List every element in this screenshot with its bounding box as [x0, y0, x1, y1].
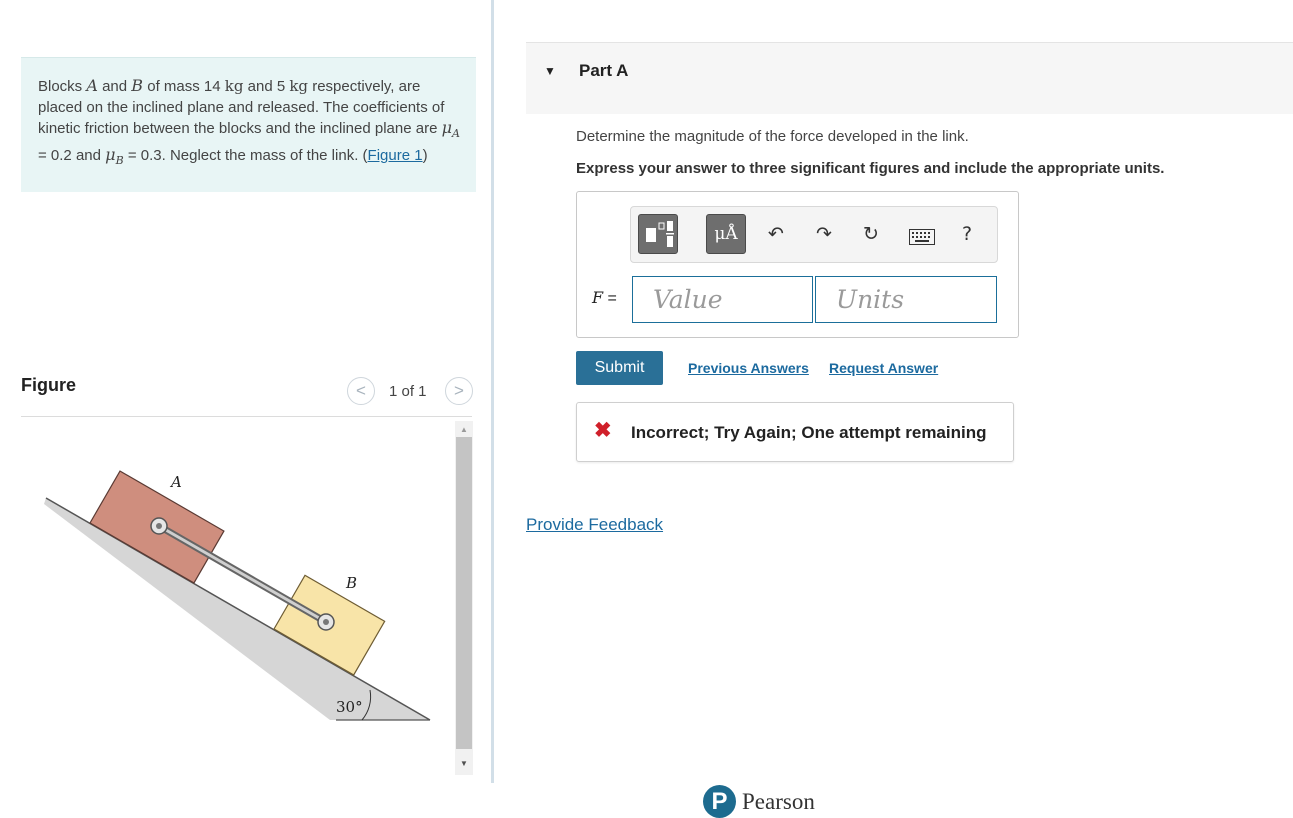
problem-text-8: ) [422, 146, 428, 164]
keyboard-icon[interactable] [909, 229, 935, 250]
templates-icon [646, 221, 674, 247]
angle-label: 30° [336, 698, 363, 716]
figure-prev-button[interactable]: < [347, 377, 375, 405]
problem-text-4: and 5 [243, 78, 290, 95]
pearson-brand: Pearson [742, 789, 815, 814]
scroll-down-arrow-icon[interactable]: ▼ [455, 755, 473, 771]
pin-b-center [323, 619, 329, 625]
value-input[interactable] [632, 276, 813, 323]
part-title[interactable]: Part A [579, 61, 628, 81]
submit-button[interactable]: Submit [576, 351, 663, 385]
units-button[interactable]: μÅ [706, 214, 746, 254]
label-a: A [169, 473, 182, 491]
answer-variable-label: F = [592, 288, 617, 308]
problem-statement: Blocks A and B of mass 14 kg and 5 kg re… [21, 57, 476, 192]
instruction-text: Express your answer to three significant… [576, 160, 1165, 177]
problem-text-6: = 0.2 and [38, 146, 106, 164]
problem-text-7: = 0.3. Neglect the mass of the link. ( [123, 146, 368, 164]
figure-counter: 1 of 1 [389, 383, 427, 400]
request-answer-link[interactable]: Request Answer [829, 360, 938, 376]
mu-b-subscript: B [115, 153, 124, 167]
redo-icon[interactable]: ↷ [816, 223, 832, 245]
math-toolbar [630, 206, 998, 263]
block-a-symbol: A [86, 76, 98, 95]
units-label: μÅ [714, 224, 738, 244]
pane-divider[interactable] [491, 0, 494, 783]
previous-answers-link[interactable]: Previous Answers [688, 360, 809, 376]
figure-link[interactable]: Figure 1 [368, 147, 423, 164]
figure-heading: Figure [21, 375, 77, 395]
equals-sign: = [603, 290, 617, 307]
templates-button[interactable] [638, 214, 678, 254]
collapse-caret-icon[interactable]: ▼ [544, 64, 556, 78]
chevron-right-icon: > [454, 381, 464, 400]
scroll-up-arrow-icon[interactable]: ▲ [455, 421, 473, 437]
problem-text-3: of mass 14 [143, 78, 225, 95]
part-header[interactable] [526, 42, 1293, 114]
undo-icon[interactable]: ↶ [768, 223, 784, 245]
problem-text-1: Blocks [38, 78, 87, 95]
mass-unit-a: kg [224, 77, 244, 95]
error-x-icon: ✖ [594, 419, 612, 442]
figure-divider [21, 416, 472, 417]
block-b-symbol: B [131, 76, 144, 95]
mass-unit-b: kg [289, 77, 309, 95]
mu-b-symbol: μ [105, 144, 116, 164]
reset-icon[interactable]: ↻ [863, 223, 879, 245]
feedback-message: Incorrect; Try Again; One attempt remain… [631, 423, 987, 442]
figure-image: A B 30° [44, 470, 431, 721]
chevron-left-icon: < [356, 381, 366, 400]
label-b: B [345, 574, 357, 592]
problem-text-2: and [97, 78, 132, 95]
provide-feedback-link[interactable]: Provide Feedback [526, 515, 663, 535]
answer-variable: F [592, 288, 604, 307]
keyboard-icon-glyph [909, 229, 935, 245]
pearson-logo-icon: P [703, 785, 736, 818]
pin-a-center [156, 523, 162, 529]
figure-scroll-thumb[interactable] [456, 437, 472, 749]
units-input[interactable] [815, 276, 997, 323]
question-text: Determine the magnitude of the force dev… [576, 128, 969, 145]
mu-a-subscript: A [452, 127, 460, 140]
figure-next-button[interactable]: > [445, 377, 473, 405]
help-button[interactable]: ? [962, 223, 972, 245]
mu-a-symbol: μ [441, 118, 452, 137]
